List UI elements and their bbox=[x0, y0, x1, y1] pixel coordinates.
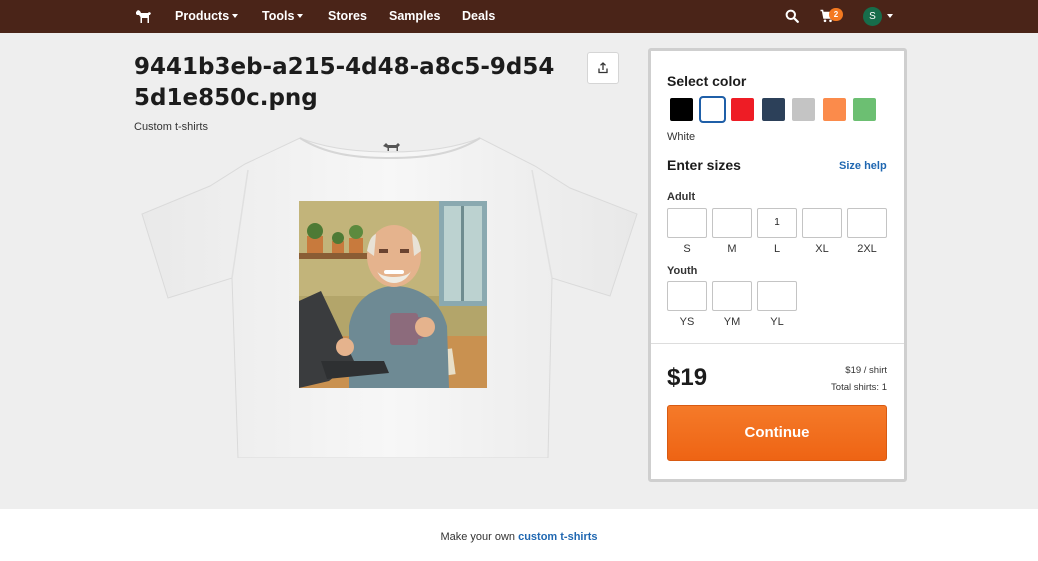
size-input-yl[interactable] bbox=[757, 281, 797, 311]
horse-tag-icon bbox=[383, 143, 400, 151]
chevron-down-icon[interactable] bbox=[887, 14, 893, 18]
size-input-ym[interactable] bbox=[712, 281, 752, 311]
continue-button[interactable]: Continue bbox=[667, 405, 887, 461]
nav-products-label: Products bbox=[175, 9, 230, 23]
order-panel: Select color White Enter sizes Size help… bbox=[648, 48, 907, 482]
size-label-2xl: 2XL bbox=[857, 243, 877, 255]
nav-tools[interactable]: Tools bbox=[262, 9, 304, 23]
footer-prefix: Make your own bbox=[440, 531, 516, 543]
adult-label: Adult bbox=[667, 191, 696, 203]
nav-products[interactable]: Products bbox=[175, 9, 239, 23]
nav-tools-label: Tools bbox=[262, 9, 295, 23]
horse-logo-icon[interactable] bbox=[134, 7, 152, 25]
chevron-down-icon bbox=[297, 13, 304, 18]
size-label-ys: YS bbox=[679, 316, 695, 328]
chevron-down-icon bbox=[232, 13, 239, 18]
top-nav: Products Tools Stores Samples Deals 2 S bbox=[0, 0, 1038, 33]
size-input-s[interactable] bbox=[667, 208, 707, 238]
size-label-ym: YM bbox=[723, 316, 741, 328]
size-input-ys[interactable] bbox=[667, 281, 707, 311]
size-input-m[interactable] bbox=[712, 208, 752, 238]
divider bbox=[651, 343, 904, 344]
tshirt-preview bbox=[140, 136, 640, 458]
size-input-l[interactable]: 1 bbox=[757, 208, 797, 238]
size-label-s: S bbox=[683, 243, 691, 255]
color-swatch-black[interactable] bbox=[670, 98, 693, 121]
color-swatch-orange[interactable] bbox=[822, 98, 846, 121]
youth-label: Youth bbox=[667, 265, 698, 277]
color-swatch-red[interactable] bbox=[731, 98, 754, 121]
footer-text: Make your own custom t-shirts bbox=[0, 531, 1038, 543]
page-title: 9441b3eb-a215-4d48-a8c5-9d545d1e850c.png bbox=[134, 54, 555, 111]
avatar[interactable]: S bbox=[863, 7, 882, 26]
size-help-link[interactable]: Size help bbox=[839, 160, 887, 172]
enter-sizes-heading: Enter sizes bbox=[667, 157, 741, 173]
size-label-yl: YL bbox=[770, 316, 784, 328]
share-button[interactable] bbox=[587, 52, 619, 84]
artwork-image bbox=[299, 201, 487, 388]
custom-tshirts-link[interactable]: custom t-shirts bbox=[518, 531, 597, 543]
search-icon[interactable] bbox=[785, 9, 799, 23]
color-swatch-white[interactable] bbox=[698, 96, 726, 123]
color-swatch-gray[interactable] bbox=[792, 98, 815, 121]
size-input-xl[interactable] bbox=[802, 208, 842, 238]
nav-stores[interactable]: Stores bbox=[328, 9, 367, 23]
selected-color-name: White bbox=[667, 131, 696, 143]
size-label-m: M bbox=[727, 243, 737, 255]
total-shirts: Total shirts: 1 bbox=[831, 382, 887, 393]
price: $19 bbox=[667, 364, 708, 391]
select-color-heading: Select color bbox=[667, 73, 747, 89]
product-subtitle: Custom t-shirts bbox=[134, 121, 208, 133]
color-swatch-navy[interactable] bbox=[761, 98, 785, 121]
size-label-l: L bbox=[773, 243, 781, 255]
cart-count-badge: 2 bbox=[829, 8, 843, 21]
size-label-xl: XL bbox=[815, 243, 829, 255]
share-icon bbox=[598, 62, 608, 74]
color-swatch-green[interactable] bbox=[853, 98, 876, 121]
nav-deals[interactable]: Deals bbox=[462, 9, 495, 23]
size-input-2xl[interactable] bbox=[847, 208, 887, 238]
price-per-shirt: $19 / shirt bbox=[845, 365, 887, 376]
nav-samples[interactable]: Samples bbox=[389, 9, 440, 23]
